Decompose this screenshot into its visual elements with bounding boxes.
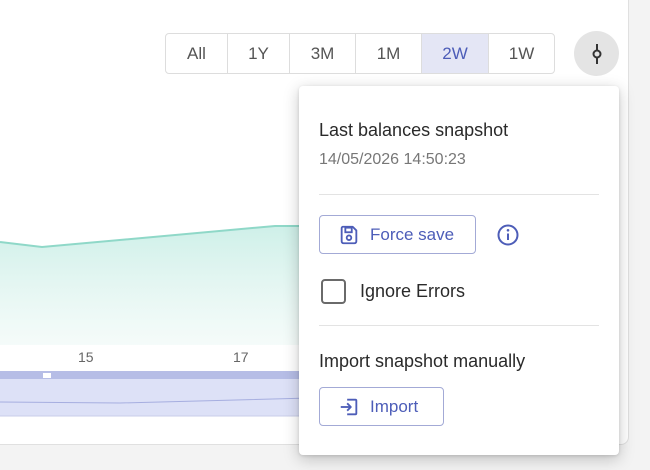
x-tick-label: 17: [233, 349, 249, 365]
import-label: Import: [370, 396, 419, 416]
force-save-label: Force save: [370, 224, 455, 244]
divider: [319, 325, 599, 326]
range-1y-button[interactable]: 1Y: [228, 34, 290, 73]
range-selector: All 1Y 3M 1M 2W 1W: [165, 33, 555, 74]
range-2w-button[interactable]: 2W: [422, 34, 489, 73]
floppy-disk-icon: [340, 225, 358, 244]
ignore-errors-label: Ignore Errors: [360, 281, 466, 301]
x-tick-label: 15: [78, 349, 94, 365]
import-title: Import snapshot manually: [319, 351, 526, 371]
range-3m-button[interactable]: 3M: [290, 34, 356, 73]
info-icon[interactable]: [496, 223, 520, 247]
range-all-button[interactable]: All: [166, 34, 228, 73]
navigator-grip-icon[interactable]: [43, 373, 51, 378]
snapshot-timestamp: 14/05/2026 14:50:23: [319, 151, 466, 168]
import-icon: [340, 398, 358, 415]
commit-icon: [592, 43, 601, 64]
range-1m-button[interactable]: 1M: [356, 34, 422, 73]
import-button[interactable]: Import: [319, 387, 444, 426]
range-1w-button[interactable]: 1W: [489, 34, 554, 73]
divider: [319, 194, 599, 195]
ignore-errors-checkbox[interactable]: [321, 279, 346, 304]
snapshot-title: Last balances snapshot: [319, 120, 509, 140]
snapshot-menu-button[interactable]: [574, 31, 619, 76]
chart-area: [0, 226, 310, 345]
snapshot-popover: Last balances snapshot 14/05/2026 14:50:…: [299, 86, 619, 455]
force-save-button[interactable]: Force save: [319, 215, 476, 254]
